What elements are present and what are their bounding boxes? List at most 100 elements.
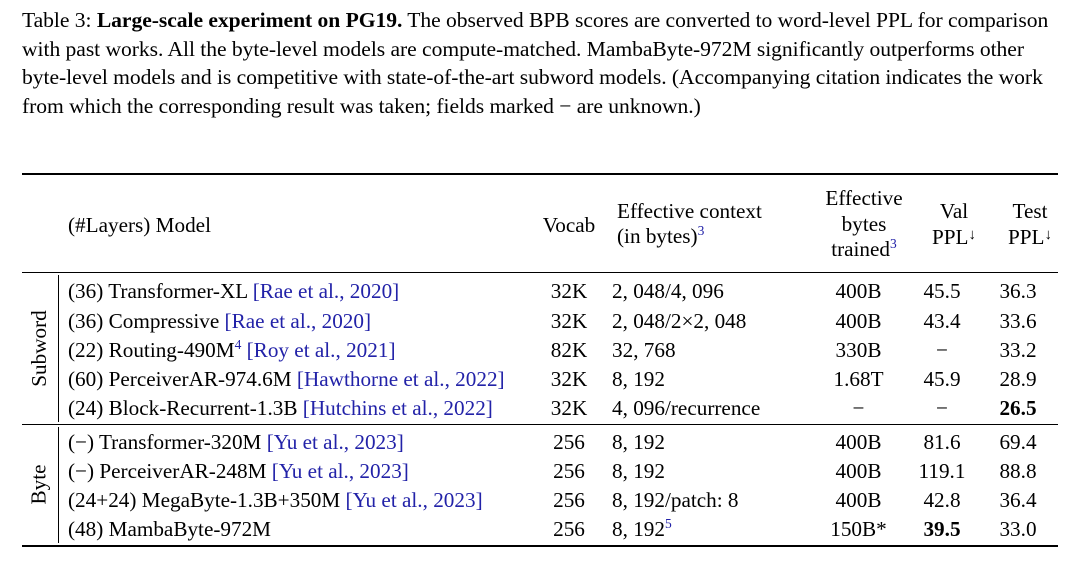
subword-tbody: (36) Transformer-XL [Rae et al., 2020] 32… xyxy=(22,273,1058,423)
cell-test-ppl: 26.5 xyxy=(999,396,1037,421)
table-row: (48) MambaByte-972M 256 8, 1925 150B* 39.5 33… xyxy=(22,515,1058,544)
column-header-bytes-line2: bytes xyxy=(841,211,887,236)
column-header-context-line2: (in bytes) xyxy=(617,224,698,249)
column-header-effective-context: Effective context (in bytes)3 xyxy=(617,199,813,249)
cell-effective-context: 8, 192/patch: 8 xyxy=(600,486,811,515)
model-name: PerceiverAR-974.6M xyxy=(108,367,292,392)
cell-effective-context: 8, 192 xyxy=(600,365,811,394)
citation-link[interactable]: [Rae et al., 2020] xyxy=(247,279,400,303)
citation-link[interactable]: [Hutchins et al., 2022] xyxy=(297,396,493,420)
cell-effective-bytes-trained: 330B xyxy=(835,337,882,362)
group-divider-subword xyxy=(58,275,60,422)
model-layers: (36) xyxy=(68,308,109,333)
column-header-val-line2: PPL xyxy=(931,224,969,249)
cell-test-ppl: 69.4 xyxy=(999,429,1037,454)
model-layers: (−) xyxy=(68,459,100,483)
table-row: (22) Routing-490M4 [Roy et al., 2021] 82K… xyxy=(22,336,1058,365)
citation-link[interactable]: [Yu et al., 2023] xyxy=(266,459,409,483)
table-figure-page: Table 3: Large-scale experiment on PG19.… xyxy=(0,0,1080,580)
cell-effective-bytes-trained: 400B xyxy=(835,459,882,483)
cell-effective-context: 8, 192 xyxy=(600,457,811,486)
model-name: MambaByte-972M xyxy=(108,517,272,542)
footnote-ref-3-context[interactable]: 3 xyxy=(698,223,705,238)
group-label-subword: Subword xyxy=(26,310,51,387)
cell-effective-context: 2, 048/2×2, 048 xyxy=(600,307,811,336)
cell-effective-context: 2, 048/4, 096 xyxy=(600,273,811,306)
column-header-vocab: Vocab xyxy=(542,213,596,238)
column-header-effective-bytes-trained: Effective bytes trained3 xyxy=(812,186,916,263)
cell-val-ppl: 119.1 xyxy=(918,459,966,483)
cell-effective-bytes-trained: 1.68T xyxy=(833,367,884,392)
model-layers: (24+24) xyxy=(68,488,142,513)
cell-model: (60) PerceiverAR-974.6M [Hawthorne et al… xyxy=(22,365,538,394)
column-header-val-line1: Val xyxy=(939,199,969,224)
table-row: (36) Transformer-XL [Rae et al., 2020] 32… xyxy=(22,273,1058,306)
citation-link[interactable]: [Rae et al., 2020] xyxy=(219,309,372,333)
column-header-context-line1: Effective context xyxy=(617,199,762,224)
context-value: 2, 048/2×2, 048 xyxy=(612,308,747,333)
model-layers: (48) xyxy=(68,517,109,542)
model-layers: (24) xyxy=(68,396,109,421)
column-header-test-line1: Test xyxy=(1012,199,1048,224)
model-name: Transformer-320M xyxy=(98,429,262,454)
cell-model: (−) PerceiverAR-248M [Yu et al., 2023] xyxy=(22,457,538,486)
cell-vocab: 32K xyxy=(550,396,588,421)
column-header-bytes-line3: trained xyxy=(831,237,891,262)
table-row: (60) PerceiverAR-974.6M [Hawthorne et al… xyxy=(22,365,1058,394)
cell-effective-context: 4, 096/recurrence xyxy=(600,394,811,423)
group-subword: Subword (36) Transformer-XL [Rae et al.,… xyxy=(22,273,1058,423)
cell-val-ppl: 45.9 xyxy=(923,367,961,392)
column-header-val-ppl: Val PPL↓ xyxy=(918,199,990,250)
cell-model: (36) Transformer-XL [Rae et al., 2020] xyxy=(22,273,538,306)
citation-link[interactable]: [Hawthorne et al., 2022] xyxy=(292,367,505,391)
cell-vocab: 256 xyxy=(553,459,585,483)
citation-link[interactable]: [Roy et al., 2021] xyxy=(241,338,396,362)
citation-link[interactable]: [Yu et al., 2023] xyxy=(340,488,483,512)
table-row: (−) Transformer-320M [Yu et al., 2023] 25… xyxy=(22,425,1058,457)
cell-val-ppl: − xyxy=(936,337,948,362)
column-header-model: (#Layers) Model xyxy=(68,213,211,238)
table-caption: Table 3: Large-scale experiment on PG19.… xyxy=(22,6,1058,120)
cell-effective-bytes-trained: 400B xyxy=(835,488,882,513)
cell-test-ppl: 36.3 xyxy=(999,279,1037,304)
cell-test-ppl: 33.6 xyxy=(999,308,1037,333)
context-value: 8, 192/patch: 8 xyxy=(612,488,739,513)
cell-vocab: 82K xyxy=(550,337,588,362)
cell-effective-context: 8, 1925 xyxy=(600,515,811,544)
results-table: (#Layers) Model Vocab Effective context … xyxy=(22,173,1058,547)
citation-link[interactable]: [Yu et al., 2023] xyxy=(261,430,404,454)
table-row: (36) Compressive [Rae et al., 2020] 32K 2,… xyxy=(22,307,1058,336)
subword-rows-table: (36) Transformer-XL [Rae et al., 2020] 32… xyxy=(22,273,1058,423)
cell-effective-context: 8, 192 xyxy=(600,425,811,457)
cell-effective-bytes-trained: 400B xyxy=(835,429,882,454)
cell-model: (36) Compressive [Rae et al., 2020] xyxy=(22,307,538,336)
cell-vocab: 256 xyxy=(553,429,585,454)
cell-test-ppl: 36.4 xyxy=(999,488,1037,513)
context-value: 8, 192 xyxy=(612,459,665,483)
table-row: (24) Block-Recurrent-1.3B [Hutchins et a… xyxy=(22,394,1058,423)
model-layers: (−) xyxy=(68,429,99,454)
cell-effective-bytes-trained: − xyxy=(852,396,865,421)
context-value: 2, 048/4, 096 xyxy=(612,279,724,304)
down-arrow-icon-test: ↓ xyxy=(1044,226,1053,243)
cell-effective-bytes-trained: 400B xyxy=(835,308,882,333)
model-name: PerceiverAR-248M xyxy=(99,459,267,483)
table-bottom-rule xyxy=(22,544,1058,547)
column-header-bytes-line1: Effective xyxy=(825,186,903,211)
byte-tbody: (−) Transformer-320M [Yu et al., 2023] 25… xyxy=(22,425,1058,545)
model-name: Transformer-XL xyxy=(108,279,248,304)
model-name: Routing-490M xyxy=(108,337,235,362)
cell-vocab: 32K xyxy=(550,279,588,304)
context-value: 8, 192 xyxy=(612,367,665,392)
footnote-ref-3-bytes[interactable]: 3 xyxy=(890,236,897,251)
down-arrow-icon-val: ↓ xyxy=(968,226,977,243)
cell-model: (22) Routing-490M4 [Roy et al., 2021] xyxy=(22,336,538,365)
footnote-ref-context[interactable]: 5 xyxy=(665,516,672,531)
model-name: MegaByte-1.3B+350M xyxy=(141,488,341,513)
cell-val-ppl: 81.6 xyxy=(923,429,961,454)
cell-val-ppl: 45.5 xyxy=(923,279,961,304)
context-value: 4, 096/recurrence xyxy=(612,396,761,421)
context-value: 8, 192 xyxy=(612,429,665,454)
cell-vocab: 256 xyxy=(553,488,585,513)
group-label-byte: Byte xyxy=(26,464,51,505)
